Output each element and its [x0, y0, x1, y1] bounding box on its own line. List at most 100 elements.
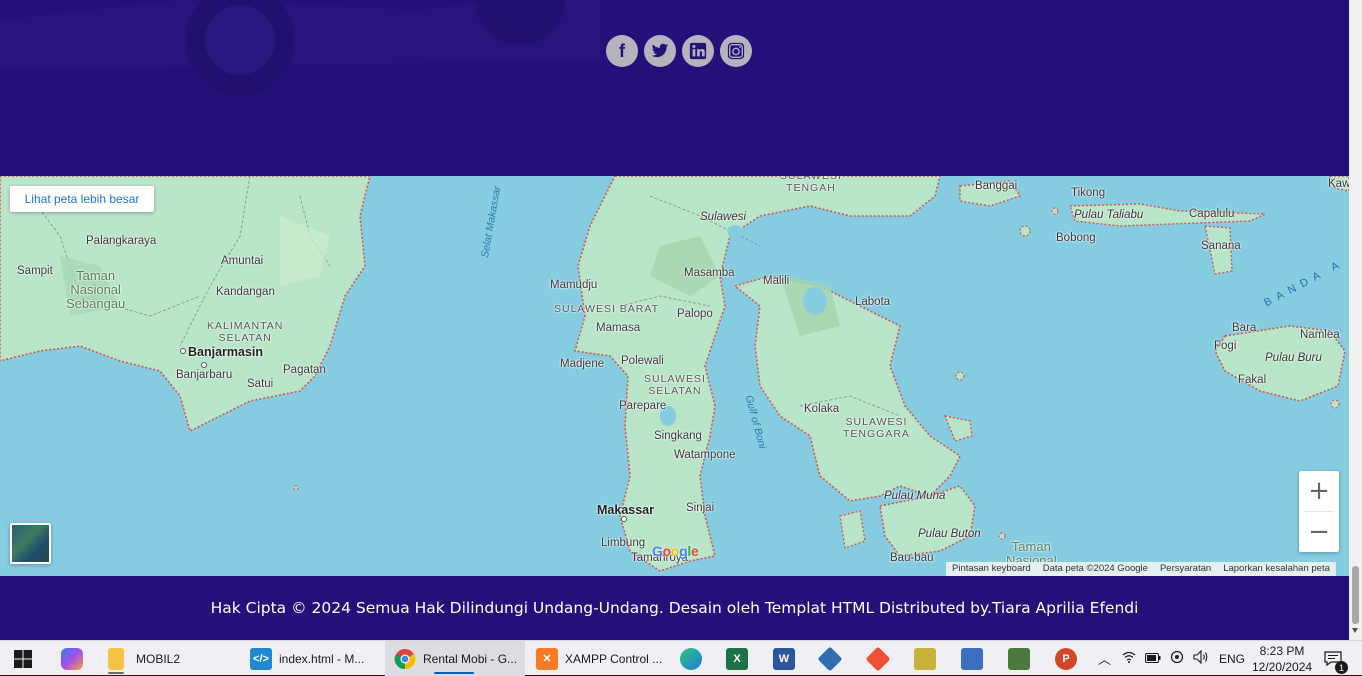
map-label-sanana: Sanana [1201, 240, 1241, 252]
taskbar-word[interactable]: W [773, 641, 795, 676]
vscode-icon: </> [250, 647, 272, 670]
map-attribution-bar: Pintasan keyboard Data peta ©2024 Google… [946, 562, 1336, 576]
report-map-error-link[interactable]: Laporkan kesalahan peta [1217, 562, 1336, 576]
map-label-singkang: Singkang [654, 430, 702, 442]
taskbar-virtualbox[interactable] [817, 641, 843, 676]
map-label-amuntai: Amuntai [221, 255, 264, 267]
map-label-kalimantan-selatan: KALIMANTAN SELATAN [207, 320, 284, 344]
map-label-watampone: Watampone [674, 449, 736, 461]
notification-center-button[interactable]: 1 [1324, 641, 1348, 676]
map-label-satui: Satui [247, 378, 274, 390]
map-layer-toggle-button[interactable] [10, 523, 51, 564]
taskbar-file-explorer[interactable]: MOBIL2 [108, 641, 180, 676]
copyright-text: Hak Cipta © 2024 Semua Hak Dilindungi Un… [210, 599, 1139, 617]
chrome-icon [394, 648, 416, 669]
scroll-down-arrow-icon[interactable] [1352, 628, 1358, 633]
zoom-in-button[interactable]: + [1299, 471, 1339, 511]
map-label-taman-nasional-sebangau: Taman Nasional Sebangau [66, 268, 126, 311]
map-label-fakal: Fakal [1238, 374, 1267, 386]
word-icon: W [773, 647, 795, 670]
git-icon [865, 646, 891, 671]
map-label-fogi: Fogi [1214, 340, 1237, 352]
footer-bottom: Hak Cipta © 2024 Semua Hak Dilindungi Un… [0, 576, 1349, 640]
twitter-icon[interactable] [644, 35, 676, 67]
cube-app-icon [1008, 647, 1030, 670]
map-label-sulawesi-tenggara: SULAWESI TENGGARA [843, 416, 910, 440]
show-hidden-icons-chevron-icon[interactable]: ︿ [1098, 649, 1111, 668]
taskbar-chrome-active[interactable]: Rental Mobi - G... [385, 641, 525, 676]
terms-link[interactable]: Persyaratan [1153, 562, 1218, 576]
camera-privacy-icon[interactable] [1170, 650, 1184, 667]
map-label-capalulu: Capalulu [1189, 208, 1235, 220]
linkedin-icon[interactable] [682, 35, 714, 67]
copilot-button[interactable] [61, 641, 83, 676]
embedded-map[interactable]: Lihat peta lebih besar Palangkaraya Samp… [0, 176, 1349, 576]
taskbar-cube-app[interactable] [1008, 641, 1030, 676]
chrome-active-indicator [434, 672, 474, 674]
google-logo: Google [652, 543, 699, 559]
notification-count-badge: 1 [1335, 661, 1348, 674]
taskbar-snipping-tool[interactable] [914, 641, 936, 676]
map-label-banggai: Banggai [975, 180, 1018, 192]
keyboard-shortcuts-link[interactable]: Pintasan keyboard [946, 562, 1037, 576]
map-label-kandangan: Kandangan [216, 286, 275, 298]
taskbar-powerpoint[interactable]: P [1055, 641, 1077, 676]
map-label-sulawesi: Sulawesi [700, 211, 747, 223]
map-label-malili: Malili [763, 275, 790, 287]
battery-icon[interactable] [1145, 652, 1161, 666]
taskbar-excel[interactable]: X [726, 641, 748, 676]
map-label-kaw: Kaw [1328, 178, 1349, 190]
map-label-parepare: Parepare [619, 400, 667, 412]
taskbar-label-chrome: Rental Mobi - G... [423, 651, 518, 666]
map-label-namlea: Namlea [1300, 329, 1340, 341]
map-label-limbung: Limbung [601, 537, 646, 549]
page-scrollbar[interactable] [1349, 0, 1362, 640]
map-label-makassar: Makassar [597, 503, 654, 517]
map-label-sulawesi-selatan: SULAWESI SELATAN [644, 373, 706, 397]
map-zoom-controls: + − [1299, 471, 1339, 552]
map-label-mamasa: Mamasa [596, 322, 641, 334]
taskbar-vscode[interactable]: </> index.html - M... [250, 641, 364, 676]
map-label-pagatan: Pagatan [283, 364, 326, 376]
zoom-out-button[interactable]: − [1299, 512, 1339, 552]
taskbar-xampp[interactable]: ✕ XAMPP Control ... [536, 641, 662, 676]
folder-icon [108, 647, 124, 670]
taskbar-git[interactable] [865, 641, 891, 676]
map-label-kolaka: Kolaka [804, 403, 840, 415]
clock-date: 12/20/2024 [1252, 660, 1313, 674]
map-label-sampit: Sampit [17, 265, 53, 277]
map-label-pulau-buton: Pulau Buton [918, 528, 981, 540]
windows-taskbar: MOBIL2 </> index.html - M... Rental Mobi… [0, 640, 1362, 676]
facebook-icon[interactable]: f [606, 35, 638, 67]
map-label-labota: Labota [855, 296, 891, 308]
map-label-palopo: Palopo [677, 308, 713, 320]
instagram-icon[interactable] [720, 35, 752, 67]
view-larger-map-link[interactable]: Lihat peta lebih besar [10, 186, 154, 212]
taskbar-clock[interactable]: 8:23 PM 12/20/2024 [1252, 643, 1312, 675]
map-label-bobong: Bobong [1056, 232, 1096, 244]
footer-top: f [0, 0, 1349, 176]
start-button[interactable] [13, 641, 33, 676]
clock-time: 8:23 PM [1259, 644, 1305, 658]
wifi-icon[interactable] [1122, 651, 1136, 666]
taskbar-edge[interactable] [680, 641, 702, 676]
social-links: f [606, 35, 752, 67]
car-background-image [0, 0, 600, 95]
scrollbar-thumb[interactable] [1352, 566, 1359, 624]
map-label-palangkaraya: Palangkaraya [86, 235, 157, 247]
excel-icon: X [726, 647, 748, 670]
map-label-bau-bau: Bau-bau [890, 552, 934, 564]
map-pin-banjarbaru [201, 362, 207, 368]
map-pin-banjarmasin [180, 348, 186, 354]
snipping-tool-icon [914, 647, 936, 670]
taskbar-network-app[interactable] [961, 641, 983, 676]
map-label-pulau-muna: Pulau Muna [884, 490, 946, 502]
volume-icon[interactable] [1193, 649, 1209, 667]
system-tray: ︿ ENG [1098, 641, 1245, 676]
virtualbox-icon [817, 646, 843, 671]
input-language-indicator[interactable]: ENG [1219, 652, 1245, 666]
map-label-polewali: Polewali [621, 355, 664, 367]
taskbar-label-vscode: index.html - M... [279, 651, 365, 666]
map-label-mamudju: Mamudju [550, 279, 598, 291]
map-label-bara: Bara [1232, 322, 1257, 334]
